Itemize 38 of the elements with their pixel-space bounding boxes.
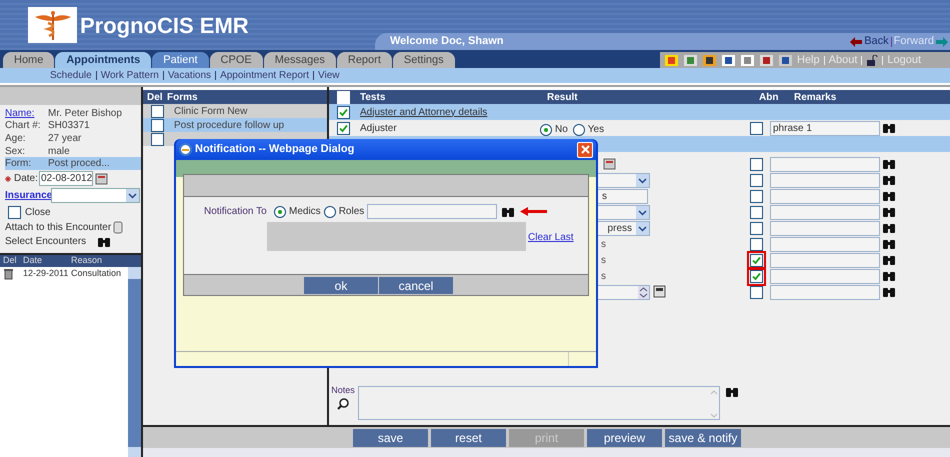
column-header: Forms — [167, 90, 198, 104]
radio-label: No — [555, 123, 568, 137]
field-label: Sex: — [5, 144, 26, 159]
welcome-text: Welcome Doc, Shawn — [390, 34, 504, 50]
field-label: Form: — [5, 157, 32, 172]
attach-label: Attach to this Encounter — [5, 220, 112, 235]
checkbox-label: Close — [25, 206, 51, 220]
column-header: Del — [146, 90, 164, 104]
app-title: PrognoCIS EMR — [80, 12, 249, 40]
test-label: s — [601, 238, 606, 252]
field-value: Mr. Peter Bishop — [48, 106, 122, 121]
table-cell-text: Consultation — [71, 267, 122, 280]
dialog-title: Notification -- Webpage Dialog — [195, 142, 354, 158]
field-value: 27 year — [48, 132, 82, 146]
column-header: Tests — [360, 90, 386, 104]
table-cell-text: 12-29-2011 — [23, 267, 70, 280]
field-label: Date: — [14, 172, 39, 186]
field-value: male — [48, 144, 70, 159]
field-value: SH03371 — [48, 119, 90, 134]
notes-label: Notes — [331, 384, 355, 397]
column-header: Date — [23, 254, 44, 268]
radio-label: Roles — [338, 205, 364, 219]
column-header: Del — [2, 254, 18, 268]
field-label: Chart #: — [5, 119, 42, 134]
field-value: Post proced... — [48, 157, 110, 172]
column-header: Abn — [759, 90, 780, 104]
field-label: Notification To — [204, 205, 268, 219]
test-label: s — [601, 254, 606, 268]
radio-label: Medics — [289, 205, 321, 219]
column-header: Remarks — [794, 90, 836, 104]
test-label: s — [601, 270, 606, 284]
select-encounters-label: Select Encounters — [5, 235, 88, 250]
column-header: Result — [547, 90, 579, 104]
dropdown-value: press — [608, 222, 632, 236]
column-header: Reason — [71, 254, 102, 268]
test-label: Adjuster — [360, 122, 397, 136]
radio-label: Yes — [588, 123, 604, 137]
field-label: Age: — [5, 132, 27, 146]
